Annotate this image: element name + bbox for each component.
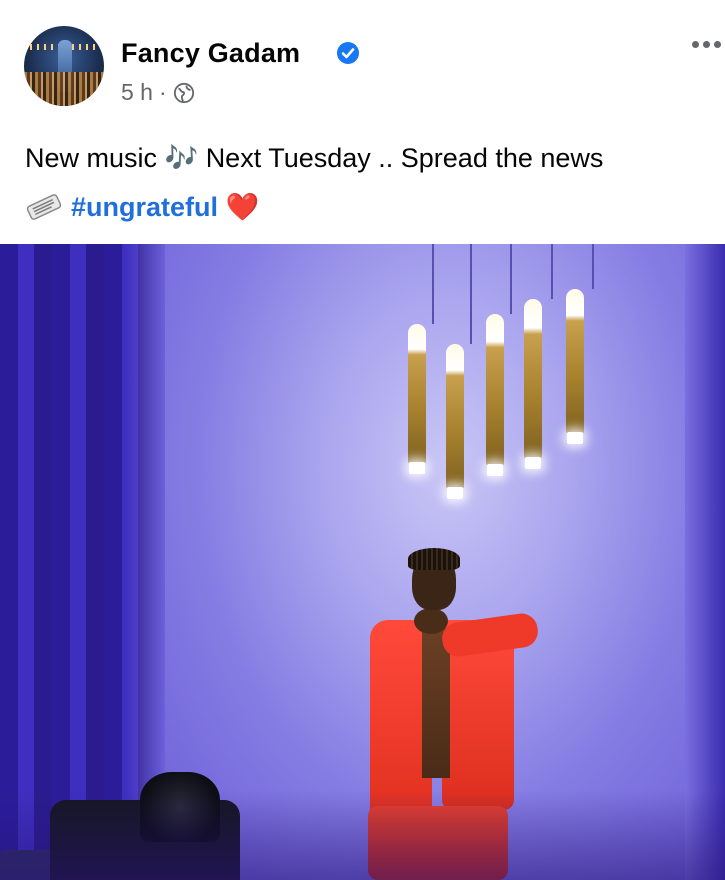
photo-floor-shadow (0, 790, 725, 880)
more-dot (692, 40, 699, 48)
newspaper-icon (26, 194, 62, 220)
post-timestamp[interactable]: 5 h (121, 79, 153, 106)
post-text-part-2: Next Tuesday .. Spread the news (205, 143, 604, 173)
author-avatar[interactable] (24, 26, 104, 106)
pendant-light (566, 289, 584, 444)
more-options-button[interactable] (692, 36, 725, 52)
pendant-wire (432, 244, 434, 324)
verified-badge-icon (337, 42, 359, 64)
post-body-text: New music 🎶 Next Tuesday .. Spread the n… (25, 134, 725, 232)
pendant-wire (470, 244, 472, 344)
more-dot (703, 40, 710, 48)
author-name[interactable]: Fancy Gadam (121, 38, 300, 69)
more-dot (714, 40, 721, 48)
pendant-light (524, 299, 542, 469)
red-heart-emoji: ❤️ (225, 192, 260, 223)
hashtag-link[interactable]: #ungrateful (71, 192, 218, 222)
avatar-crowd (24, 72, 104, 106)
pendant-light (486, 314, 504, 476)
post-header: Fancy Gadam 5 h · (0, 0, 725, 120)
meta-separator: · (158, 79, 167, 105)
performer-arm (440, 611, 540, 659)
pendant-wire (551, 244, 553, 299)
post-text-part-1: New music (25, 143, 158, 173)
pendant-light (408, 324, 426, 474)
post-text-line-2: #ungrateful ❤️ (25, 183, 725, 232)
music-notes-emoji: 🎶 (164, 143, 199, 174)
photo-right-edge (685, 244, 725, 880)
performer-hand (414, 608, 448, 634)
globe-icon[interactable] (173, 82, 195, 104)
pendant-light (446, 344, 464, 499)
post-photo[interactable] (0, 244, 725, 880)
post-meta: 5 h · (121, 79, 195, 106)
performer-hair (408, 548, 460, 570)
pendant-wire (592, 244, 594, 289)
pendant-wire (510, 244, 512, 314)
post-text-line-1: New music 🎶 Next Tuesday .. Spread the n… (25, 134, 725, 183)
